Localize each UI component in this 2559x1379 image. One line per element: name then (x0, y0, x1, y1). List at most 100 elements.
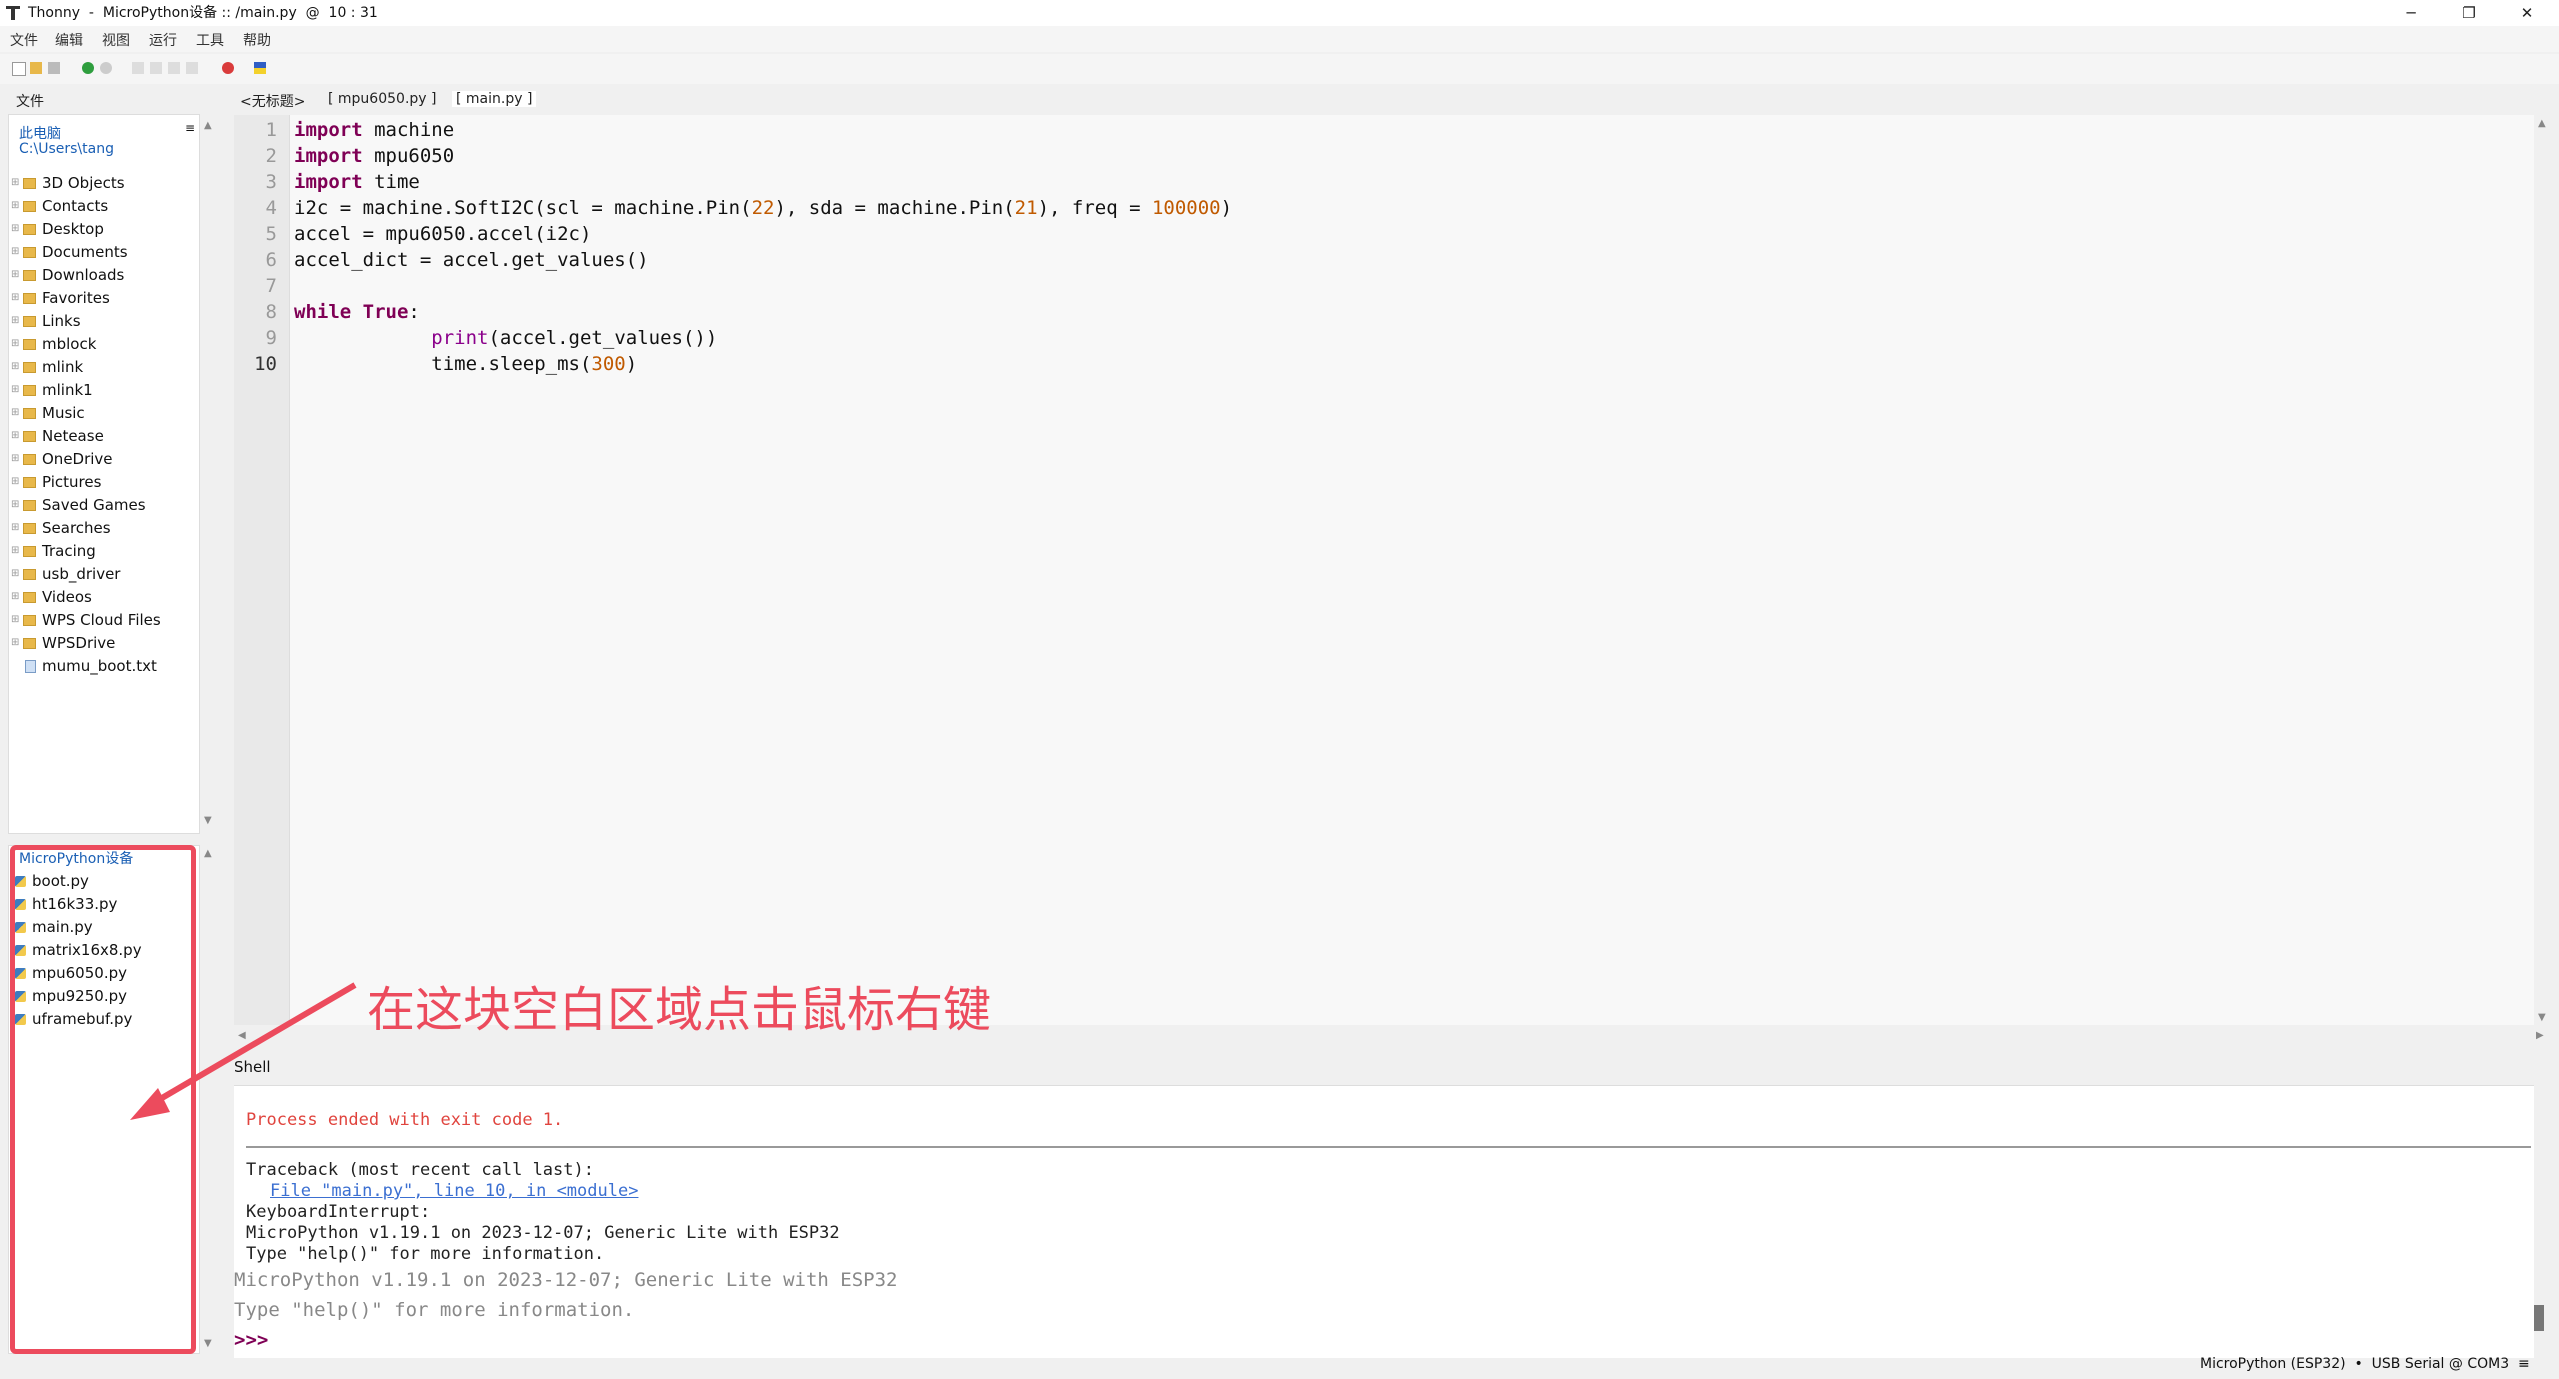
expand-icon[interactable]: ⊞ (11, 379, 21, 401)
folder-icon (23, 270, 36, 281)
tree-item-label: Netease (42, 427, 104, 445)
close-button[interactable]: ✕ (2498, 0, 2556, 26)
tab-untitled[interactable]: <无标题> (240, 91, 305, 111)
expand-icon[interactable]: ⊞ (11, 356, 21, 378)
shell-separator (246, 1146, 2531, 1148)
tree-item-3d-objects[interactable]: ⊞ 3D Objects (11, 172, 125, 194)
expand-icon[interactable]: ⊞ (11, 195, 21, 217)
folder-icon (23, 316, 36, 327)
tree-item-pictures[interactable]: ⊞ Pictures (11, 471, 101, 493)
tree-item-label: WPS Cloud Files (42, 611, 161, 629)
run-icon[interactable] (82, 62, 94, 74)
tab-mpu6050[interactable]: [ mpu6050.py ] (328, 91, 436, 107)
save-file-icon[interactable] (48, 62, 60, 74)
scroll-up-arrow[interactable]: ▲ (204, 120, 212, 131)
tree-item-mumu-boot-txt[interactable]: mumu_boot.txt (11, 655, 157, 677)
expand-icon[interactable]: ⊞ (11, 333, 21, 355)
tree-item-label: mblock (42, 335, 97, 353)
local-file-browser: 此电脑 C:\Users\tang ≡ ⊞ 3D Objects ⊞ Contacts… (8, 114, 200, 834)
tree-item-wpsdrive[interactable]: ⊞ WPSDrive (11, 632, 115, 654)
tree-item-onedrive[interactable]: ⊞ OneDrive (11, 448, 113, 470)
expand-icon[interactable]: ⊞ (11, 540, 21, 562)
folder-icon (23, 638, 36, 649)
this-pc-link[interactable]: 此电脑 (19, 123, 61, 143)
tree-item-favorites[interactable]: ⊞ Favorites (11, 287, 110, 309)
folder-icon (23, 224, 36, 235)
shell-tab[interactable]: Shell (234, 1058, 271, 1076)
tree-item-music[interactable]: ⊞ Music (11, 402, 85, 424)
local-path[interactable]: C:\Users\tang (19, 141, 114, 157)
expand-icon[interactable]: ⊞ (11, 494, 21, 516)
tree-item-contacts[interactable]: ⊞ Contacts (11, 195, 108, 217)
code-editor[interactable]: 1 2 3 4 5 6 7 8 9 10 import machine impo… (234, 115, 2534, 1025)
tree-item-usb-driver[interactable]: ⊞ usb_driver (11, 563, 120, 585)
shell-banner-repeat: MicroPython v1.19.1 on 2023-12-07; Gener… (234, 1269, 898, 1291)
tree-item-mblock[interactable]: ⊞ mblock (11, 333, 96, 355)
expand-icon[interactable]: ⊞ (11, 287, 21, 309)
expand-icon[interactable]: ⊞ (11, 609, 21, 631)
minimize-button[interactable]: ─ (2382, 0, 2440, 26)
step-out-icon[interactable] (168, 62, 180, 74)
shell-prompt[interactable]: >>> (234, 1329, 268, 1351)
status-bar[interactable]: MicroPython (ESP32) • USB Serial @ COM3 … (2200, 1356, 2530, 1372)
tree-item-mlink1[interactable]: ⊞ mlink1 (11, 379, 93, 401)
expand-icon[interactable]: ⊞ (11, 471, 21, 493)
editor-scroll-up-arrow[interactable]: ▲ (2538, 118, 2546, 129)
expand-icon[interactable]: ⊞ (11, 241, 21, 263)
debug-icon[interactable] (100, 62, 112, 74)
tree-item-desktop[interactable]: ⊞ Desktop (11, 218, 104, 240)
tree-item-videos[interactable]: ⊞ Videos (11, 586, 92, 608)
tree-item-searches[interactable]: ⊞ Searches (11, 517, 111, 539)
tree-item-tracing[interactable]: ⊞ Tracing (11, 540, 96, 562)
resume-icon[interactable] (186, 62, 198, 74)
editor-scroll-right-arrow[interactable]: ▶ (2536, 1030, 2544, 1041)
expand-icon[interactable]: ⊞ (11, 586, 21, 608)
device-scroll-up-arrow[interactable]: ▲ (204, 848, 212, 859)
tree-item-netease[interactable]: ⊞ Netease (11, 425, 104, 447)
panel-menu-icon[interactable]: ≡ (185, 121, 195, 135)
open-file-icon[interactable] (30, 62, 42, 74)
tree-item-links[interactable]: ⊞ Links (11, 310, 81, 332)
expand-icon[interactable]: ⊞ (11, 517, 21, 539)
expand-icon[interactable]: ⊞ (11, 448, 21, 470)
shell-file-link[interactable]: File "main.py", line 10, in <module> (270, 1181, 638, 1201)
menu-help[interactable]: 帮助 (243, 30, 271, 50)
device-scroll-down-arrow[interactable]: ▼ (204, 1338, 212, 1349)
code-line: import mpu6050 (294, 145, 455, 167)
menu-run[interactable]: 运行 (149, 30, 177, 50)
editor-scroll-left-arrow[interactable]: ◀ (238, 1030, 246, 1041)
tree-item-label: mumu_boot.txt (42, 657, 157, 675)
line-number: 9 (265, 327, 277, 349)
expand-icon[interactable]: ⊞ (11, 310, 21, 332)
shell-console[interactable]: Process ended with exit code 1. Tracebac… (234, 1085, 2534, 1358)
tree-item-wps-cloud-files[interactable]: ⊞ WPS Cloud Files (11, 609, 161, 631)
tree-item-saved-games[interactable]: ⊞ Saved Games (11, 494, 146, 516)
code-line: time.sleep_ms(300) (294, 353, 638, 375)
menu-view[interactable]: 视图 (102, 30, 130, 50)
tree-item-documents[interactable]: ⊞ Documents (11, 241, 128, 263)
expand-icon[interactable]: ⊞ (11, 632, 21, 654)
shell-scrollbar-thumb[interactable] (2534, 1305, 2544, 1331)
editor-scroll-down-arrow[interactable]: ▼ (2538, 1012, 2546, 1023)
stop-icon[interactable] (222, 62, 234, 74)
ukraine-flag-icon[interactable] (254, 62, 266, 74)
expand-icon[interactable]: ⊞ (11, 218, 21, 240)
tab-main[interactable]: [ main.py ] (452, 91, 537, 107)
tree-item-mlink[interactable]: ⊞ mlink (11, 356, 83, 378)
tree-item-label: Contacts (42, 197, 109, 215)
expand-icon[interactable]: ⊞ (11, 563, 21, 585)
menu-tools[interactable]: 工具 (196, 30, 224, 50)
expand-icon[interactable]: ⊞ (11, 264, 21, 286)
new-file-icon[interactable] (12, 62, 26, 76)
step-over-icon[interactable] (132, 62, 144, 74)
expand-icon[interactable]: ⊞ (11, 172, 21, 194)
menu-edit[interactable]: 编辑 (55, 30, 83, 50)
tree-item-downloads[interactable]: ⊞ Downloads (11, 264, 124, 286)
expand-icon[interactable]: ⊞ (11, 425, 21, 447)
expand-icon[interactable]: ⊞ (11, 402, 21, 424)
scroll-down-arrow[interactable]: ▼ (204, 815, 212, 826)
menu-file[interactable]: 文件 (10, 30, 38, 50)
step-into-icon[interactable] (150, 62, 162, 74)
files-panel-tab[interactable]: 文件 (10, 89, 50, 113)
restore-button[interactable]: ❐ (2440, 0, 2498, 26)
